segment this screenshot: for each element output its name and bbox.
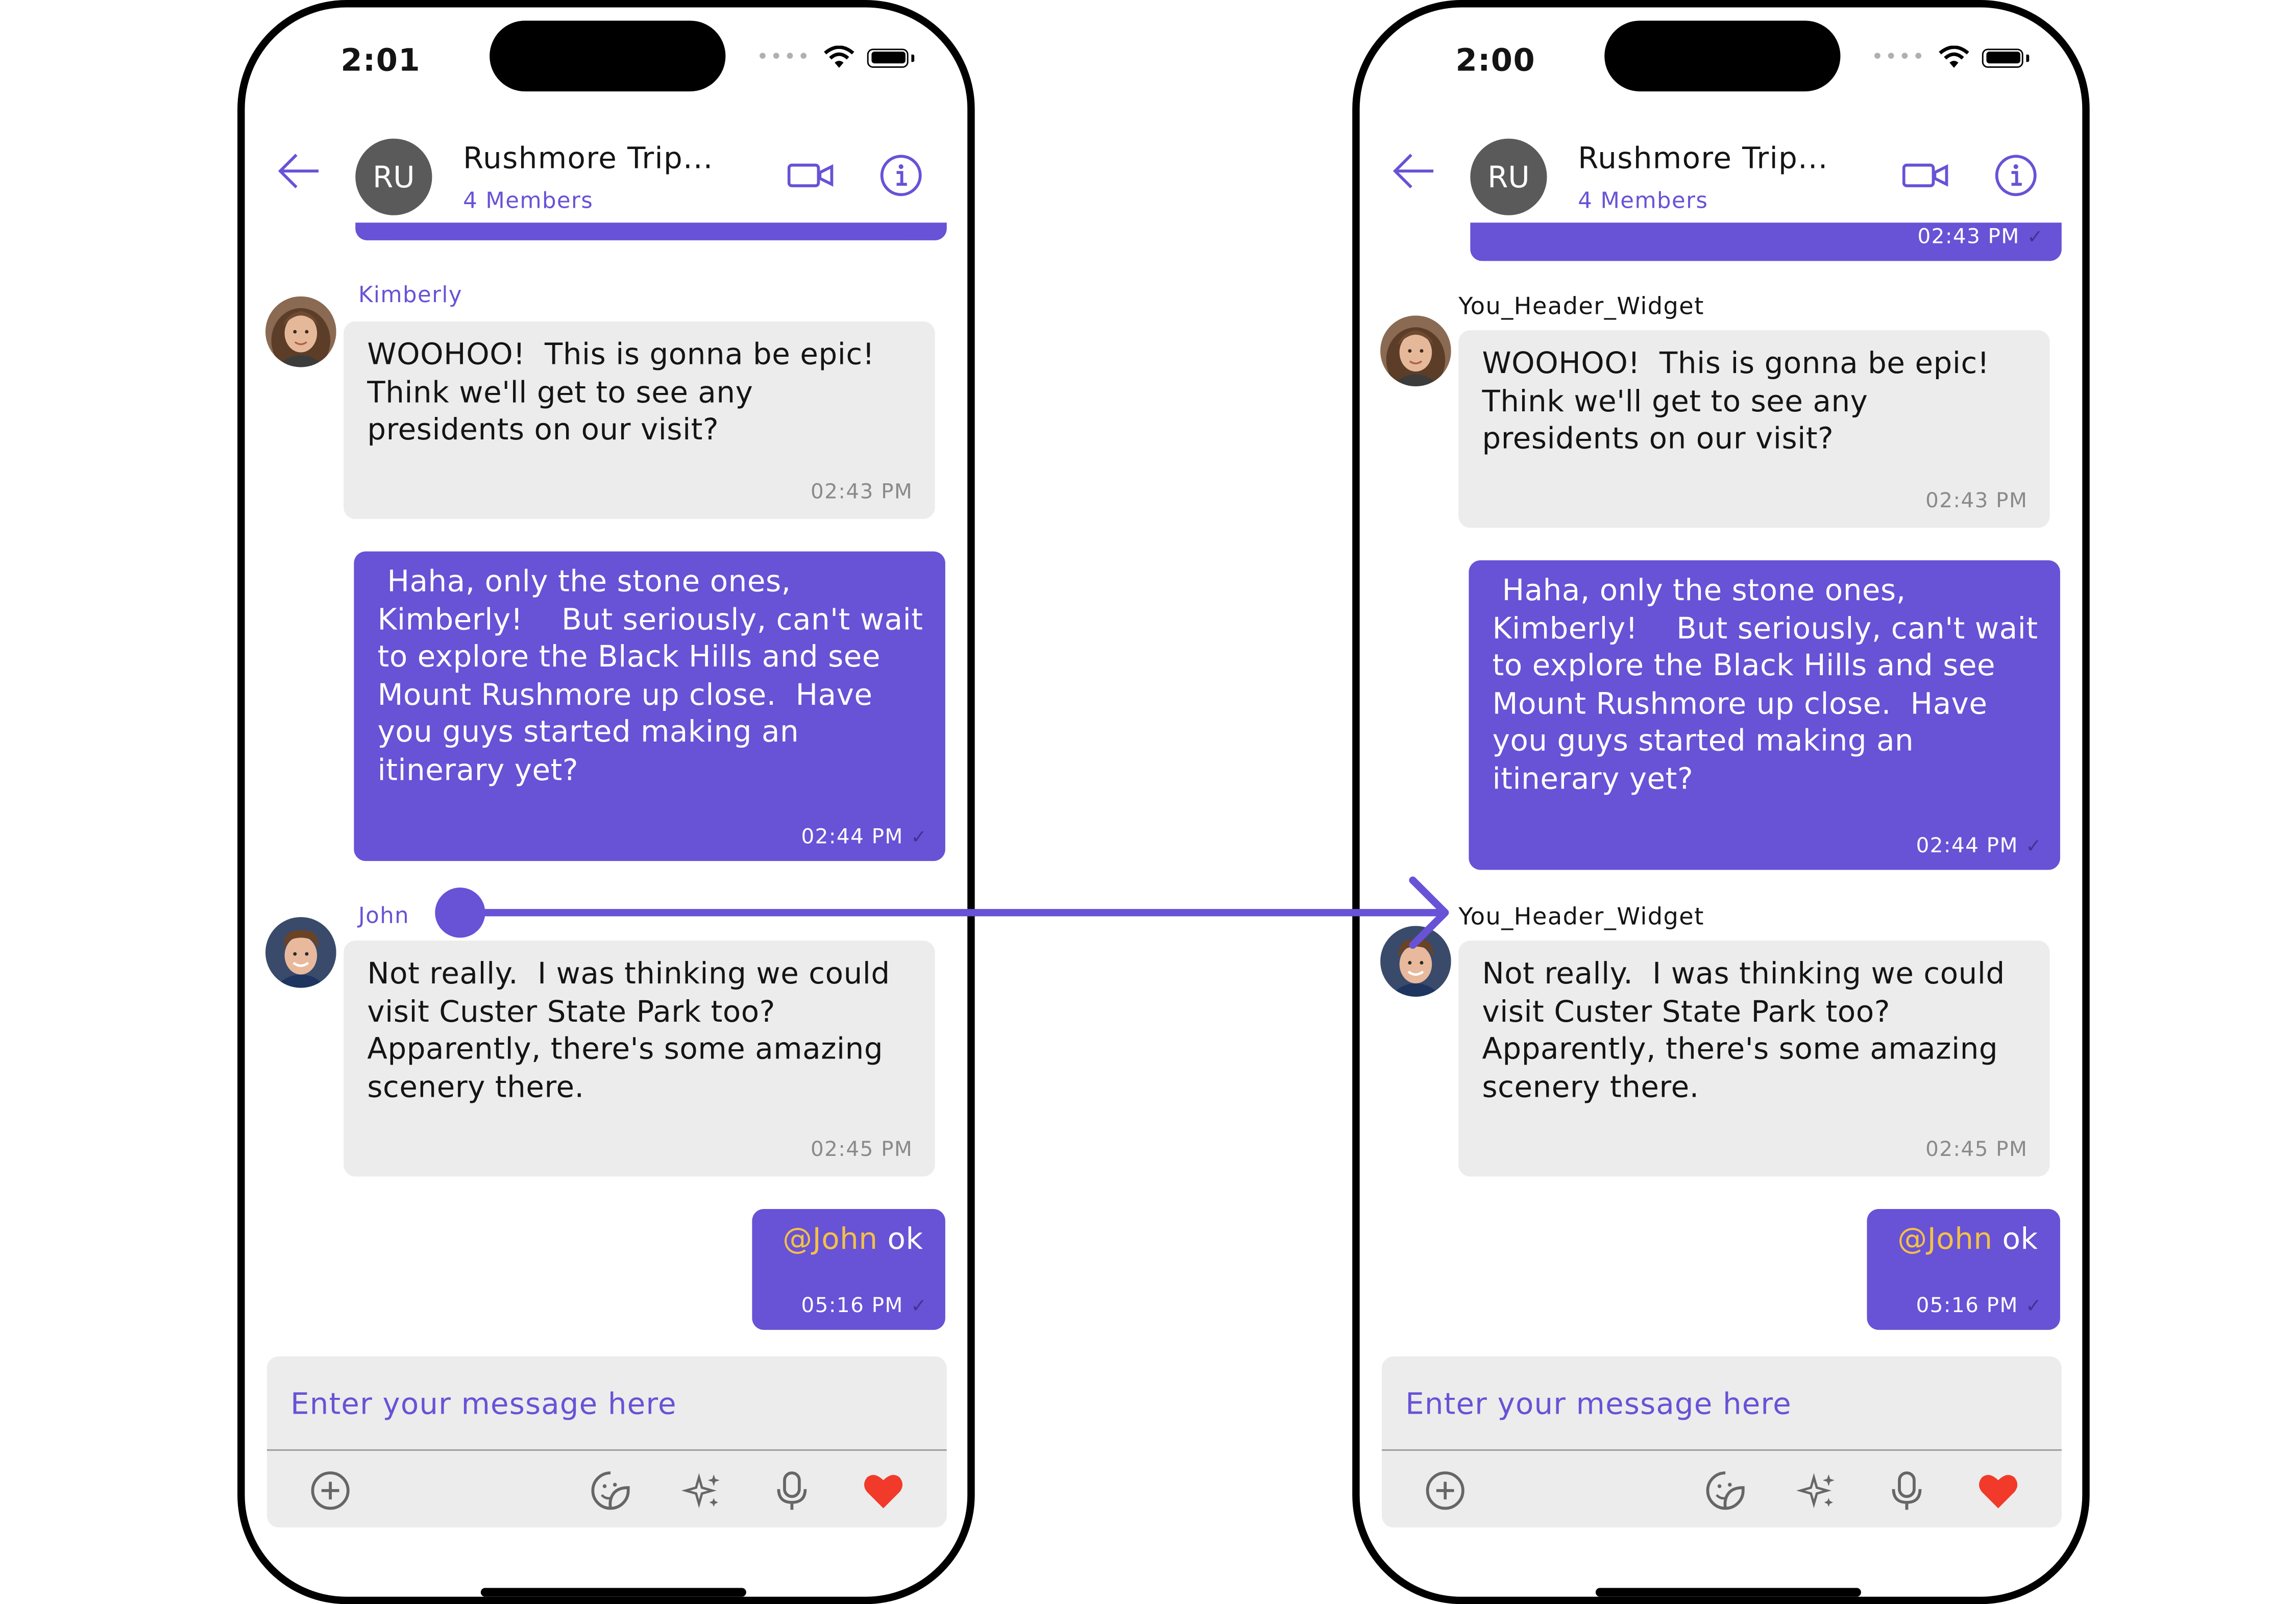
annotation-connector	[435, 876, 1449, 949]
comparison-canvas: 2:01 •••• RU Rushmore Trip... 4 Members …	[0, 0, 2296, 1604]
